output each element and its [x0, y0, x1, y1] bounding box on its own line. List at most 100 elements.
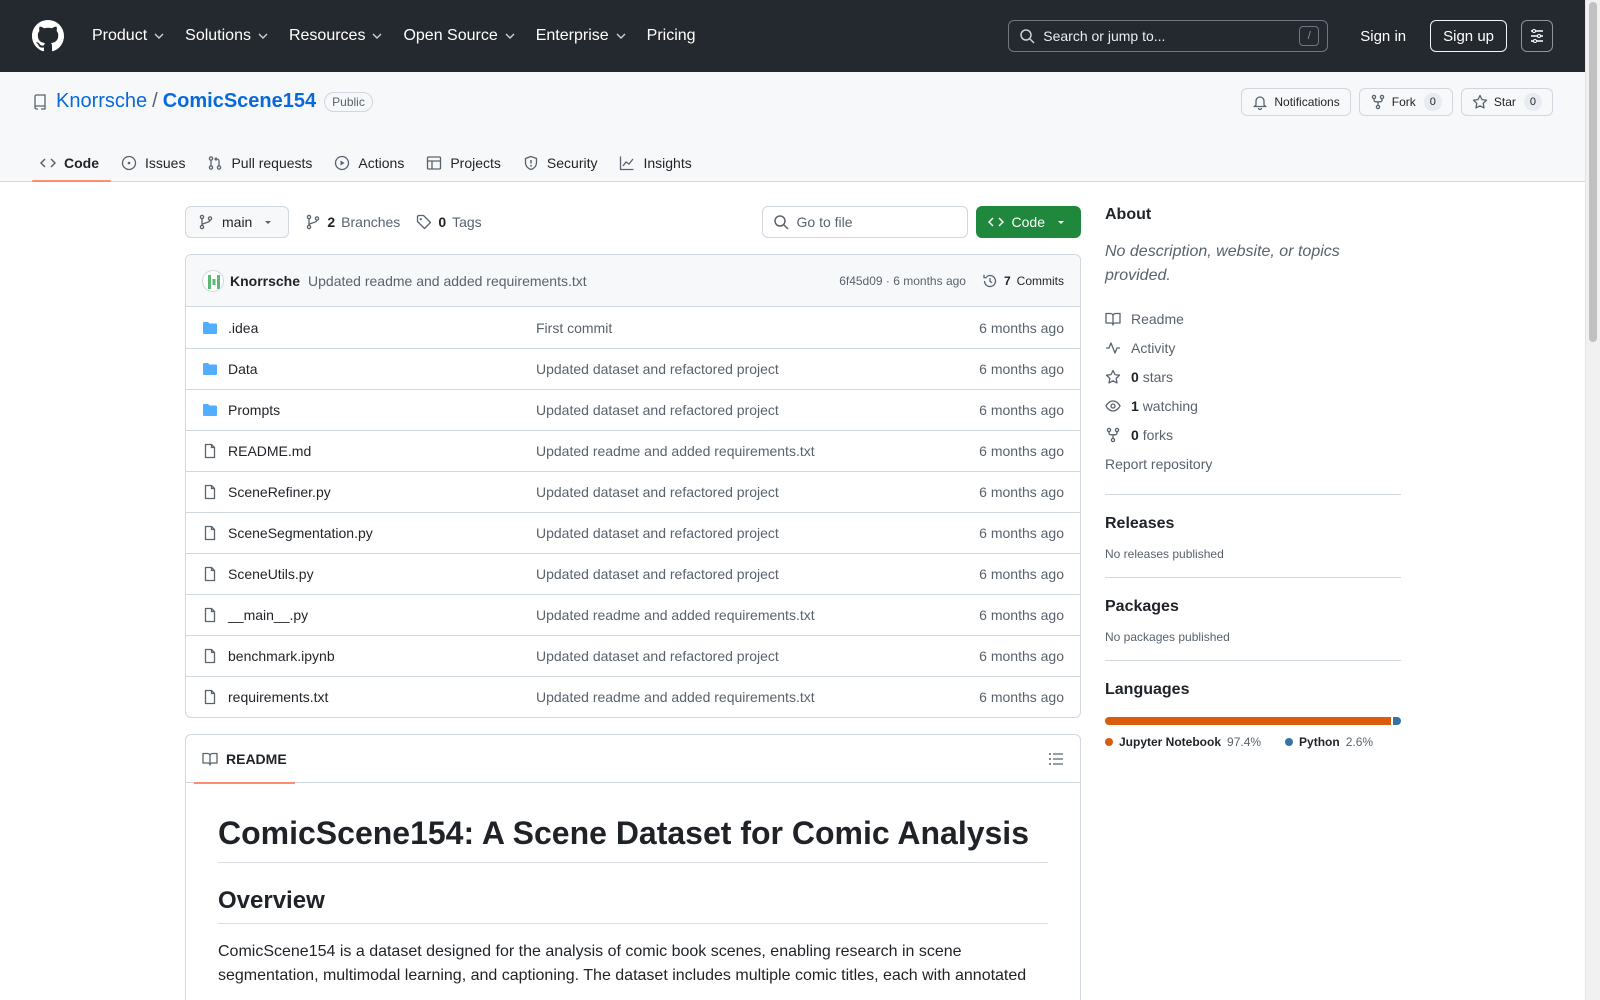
commits-history-link[interactable]: 7 Commits — [982, 273, 1064, 289]
language-python[interactable]: Python 2.6% — [1285, 735, 1373, 749]
language-bar — [1105, 717, 1401, 725]
folder-icon — [203, 363, 217, 375]
fork-icon — [1371, 94, 1384, 110]
file-name-link[interactable]: .idea — [202, 320, 536, 336]
branch-toolbar: main 2 Branches 0 Tags Go to file Code — [185, 206, 1081, 238]
stars-link[interactable]: 0 stars — [1105, 362, 1401, 391]
file-row[interactable]: Data Updated dataset and refactored proje… — [186, 348, 1080, 389]
book-icon — [1105, 312, 1121, 326]
scrollbar-thumb[interactable] — [1589, 2, 1597, 342]
star-button[interactable]: Star 0 — [1460, 88, 1553, 116]
file-name-link[interactable]: SceneRefiner.py — [202, 484, 536, 500]
file-row[interactable]: .idea First commit 6 months ago — [186, 307, 1080, 348]
file-name-link[interactable]: __main__.py — [202, 607, 536, 623]
chevron-down-icon — [505, 33, 515, 39]
file-icon — [204, 443, 216, 459]
commit-message-link[interactable]: Updated readme and added requirements.tx… — [308, 273, 587, 289]
folder-icon — [203, 404, 217, 416]
shield-icon — [524, 155, 538, 171]
branches-link[interactable]: 2 Branches — [305, 214, 400, 230]
tab-security[interactable]: Security — [515, 144, 610, 182]
github-logo-icon[interactable] — [32, 20, 64, 52]
forks-link[interactable]: 0 forks — [1105, 420, 1401, 449]
report-repository-link[interactable]: Report repository — [1105, 449, 1401, 478]
tab-code[interactable]: Code — [32, 144, 111, 182]
tab-projects[interactable]: Projects — [418, 144, 513, 182]
repo-owner-link[interactable]: Knorrsche — [56, 90, 147, 113]
nav-pricing[interactable]: Pricing — [639, 20, 704, 52]
commit-meta[interactable]: 6f45d09 · 6 months ago — [839, 274, 966, 288]
about-description: No description, website, or topics provi… — [1105, 243, 1340, 284]
tab-pull-requests[interactable]: Pull requests — [199, 144, 324, 182]
go-to-file-input[interactable]: Go to file — [761, 206, 968, 238]
menu-icon — [1531, 29, 1543, 43]
repo-name-link[interactable]: ComicScene154 — [163, 90, 316, 113]
page-scrollbar[interactable] — [1585, 0, 1600, 1000]
branch-selector[interactable]: main — [185, 206, 290, 238]
search-icon — [1020, 29, 1035, 44]
file-commit-message-link[interactable]: Updated readme and added requirements.tx… — [536, 607, 979, 623]
chevron-down-icon — [372, 33, 382, 39]
readme-heading-overview: Overview — [218, 887, 1048, 924]
nav-solutions[interactable]: Solutions — [177, 20, 277, 52]
watching-link[interactable]: 1 watching — [1105, 391, 1401, 420]
search-input[interactable]: Search or jump to... / — [1008, 20, 1329, 52]
file-name-link[interactable]: Prompts — [202, 402, 536, 418]
file-row[interactable]: Prompts Updated dataset and refactored pr… — [186, 389, 1080, 430]
language-dot — [1105, 738, 1113, 746]
file-row[interactable]: requirements.txt Updated readme and added… — [186, 676, 1080, 717]
packages-empty: No packages published — [1105, 630, 1230, 644]
file-commit-message-link[interactable]: Updated dataset and refactored project — [536, 361, 979, 377]
file-commit-message-link[interactable]: First commit — [536, 320, 979, 336]
file-icon — [204, 607, 216, 623]
language-jupyter-notebook[interactable]: Jupyter Notebook 97.4% — [1105, 735, 1261, 749]
code-dropdown-button[interactable]: Code — [975, 206, 1081, 238]
packages-heading[interactable]: Packages — [1105, 598, 1401, 616]
nav-enterprise[interactable]: Enterprise — [528, 20, 635, 52]
file-row[interactable]: SceneSegmentation.py Updated dataset and … — [186, 512, 1080, 553]
readme-tab[interactable]: README — [194, 735, 295, 784]
outline-list-icon[interactable] — [1048, 751, 1064, 767]
file-name-link[interactable]: requirements.txt — [202, 689, 536, 705]
graph-icon — [620, 156, 634, 171]
file-commit-message-link[interactable]: Updated readme and added requirements.tx… — [536, 443, 979, 459]
folder-icon — [203, 321, 217, 334]
sign-up-button[interactable]: Sign up — [1430, 20, 1507, 52]
file-name-link[interactable]: SceneSegmentation.py — [202, 525, 536, 541]
readme-panel: README ComicScene154: A Scene Dataset fo… — [185, 734, 1081, 1000]
file-name-link[interactable]: benchmark.ipynb — [202, 648, 536, 664]
fork-button[interactable]: Fork 0 — [1358, 88, 1453, 116]
tab-actions[interactable]: Actions — [326, 144, 416, 182]
tab-issues[interactable]: Issues — [113, 144, 197, 182]
menu-button[interactable] — [1521, 20, 1553, 52]
file-row[interactable]: README.md Updated readme and added requir… — [186, 430, 1080, 471]
fork-icon — [1106, 427, 1120, 442]
nav-open-source[interactable]: Open Source — [395, 20, 523, 52]
sign-in-link[interactable]: Sign in — [1344, 20, 1422, 52]
notifications-button[interactable]: Notifications — [1241, 88, 1351, 116]
tags-link[interactable]: 0 Tags — [416, 214, 482, 230]
file-row[interactable]: SceneUtils.py Updated dataset and refacto… — [186, 553, 1080, 594]
file-row[interactable]: SceneRefiner.py Updated dataset and refac… — [186, 471, 1080, 512]
file-row[interactable]: benchmark.ipynb Updated dataset and refac… — [186, 635, 1080, 676]
releases-heading[interactable]: Releases — [1105, 515, 1401, 533]
nav-product[interactable]: Product — [84, 20, 173, 52]
file-commit-message-link[interactable]: Updated dataset and refactored project — [536, 525, 979, 541]
search-placeholder: Search or jump to... — [1043, 28, 1166, 44]
commit-author-link[interactable]: Knorrsche — [230, 273, 300, 289]
readme-link[interactable]: Readme — [1105, 304, 1401, 333]
file-icon — [204, 648, 216, 664]
file-row[interactable]: __main__.py Updated readme and added requ… — [186, 594, 1080, 635]
file-name-link[interactable]: README.md — [202, 443, 536, 459]
file-name-link[interactable]: Data — [202, 361, 536, 377]
file-commit-message-link[interactable]: Updated dataset and refactored project — [536, 484, 979, 500]
activity-link[interactable]: Activity — [1105, 333, 1401, 362]
file-name-link[interactable]: SceneUtils.py — [202, 566, 536, 582]
nav-resources[interactable]: Resources — [281, 20, 391, 52]
file-commit-message-link[interactable]: Updated dataset and refactored project — [536, 402, 979, 418]
tab-insights[interactable]: Insights — [611, 144, 703, 182]
avatar[interactable] — [202, 269, 224, 292]
file-commit-message-link[interactable]: Updated dataset and refactored project — [536, 648, 979, 664]
file-commit-message-link[interactable]: Updated dataset and refactored project — [536, 566, 979, 582]
file-commit-message-link[interactable]: Updated readme and added requirements.tx… — [536, 689, 979, 705]
